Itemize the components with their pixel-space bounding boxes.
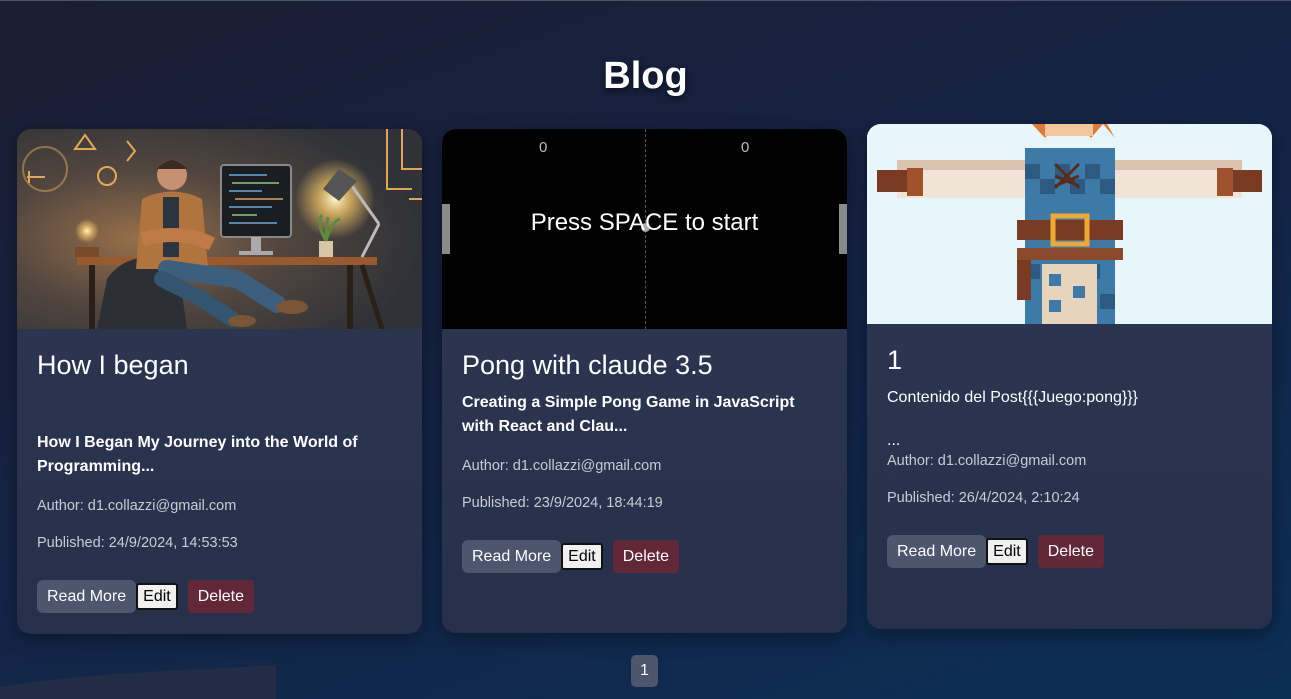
post-title-wrapper: 1 [887,344,1252,376]
page-title: Blog [603,55,688,97]
read-more-button[interactable]: Read More [462,540,562,573]
post-card: 0 0 Press SPACE to start Pong with claud… [442,129,847,633]
post-author-wrapper: Author: d1.collazzi@gmail.com [887,452,1252,470]
post-excerpt-wrapper: Creating a Simple Pong Game in JavaScrip… [462,391,827,439]
post-card: How I began How I Began My Journey into … [17,129,422,634]
post-date-wrapper: Published: 23/9/2024, 18:44:19 [462,494,827,512]
post-image[interactable] [17,129,422,329]
post-author-wrapper: Author: d1.collazzi@gmail.com [462,457,827,475]
post-title-wrapper: How I began [37,349,402,381]
post-author: Author: d1.collazzi@gmail.com [887,453,1087,469]
pixel-character-illustration [867,124,1272,324]
read-more-button[interactable]: Read More [887,535,987,568]
post-excerpt-more-wrapper: ... [887,429,1252,453]
post-author-wrapper: Author: d1.collazzi@gmail.com [37,497,402,515]
delete-button[interactable]: Delete [1037,535,1104,568]
post-excerpt: Creating a Simple Pong Game in JavaScrip… [462,394,795,435]
post-excerpt-wrapper: How I Began My Journey into the World of… [37,431,402,479]
post-title: Pong with claude 3.5 [462,350,713,380]
post-title: 1 [887,345,903,375]
post-title: How I began [37,350,189,380]
post-excerpt: How I Began My Journey into the World of… [37,434,358,475]
post-excerpt-wrapper: Contenido del Post{{{Juego:pong}}} [887,386,1252,410]
post-title-wrapper: Pong with claude 3.5 [462,349,827,381]
delete-button[interactable]: Delete [612,540,679,573]
post-author: Author: d1.collazzi@gmail.com [462,458,662,474]
pong-start-prompt: Press SPACE to start [530,209,759,236]
pagination-page-button[interactable]: 1 [631,655,658,687]
delete-button[interactable]: Delete [187,580,254,613]
post-date-wrapper: Published: 26/4/2024, 2:10:24 [887,489,1252,507]
post-author: Author: d1.collazzi@gmail.com [37,498,237,514]
post-published-date: Published: 24/9/2024, 14:53:53 [37,535,238,551]
pong-game-preview[interactable]: 0 0 Press SPACE to start [442,129,847,329]
edit-button[interactable]: Edit [561,543,603,570]
post-excerpt: Contenido del Post{{{Juego:pong}}} [887,389,1138,406]
post-published-date: Published: 23/9/2024, 18:44:19 [462,495,663,511]
post-actions: Read More Edit Delete [37,580,402,613]
post-image[interactable] [867,124,1272,324]
post-excerpt-ellipsis: ... [887,432,901,449]
post-actions: Read More Edit Delete [462,540,827,573]
post-published-date: Published: 26/4/2024, 2:10:24 [887,490,1080,506]
read-more-button[interactable]: Read More [37,580,137,613]
programmer-illustration [17,129,422,329]
pong-score-right: 0 [741,139,750,156]
edit-button[interactable]: Edit [136,583,178,610]
post-actions: Read More Edit Delete [887,535,1252,568]
decorative-wave [0,665,276,699]
window-top-border [0,0,1291,1]
post-date-wrapper: Published: 24/9/2024, 14:53:53 [37,534,402,552]
post-card: 1 Contenido del Post{{{Juego:pong}}} ...… [867,124,1272,629]
pong-score-left: 0 [539,139,548,156]
edit-button[interactable]: Edit [986,538,1028,565]
